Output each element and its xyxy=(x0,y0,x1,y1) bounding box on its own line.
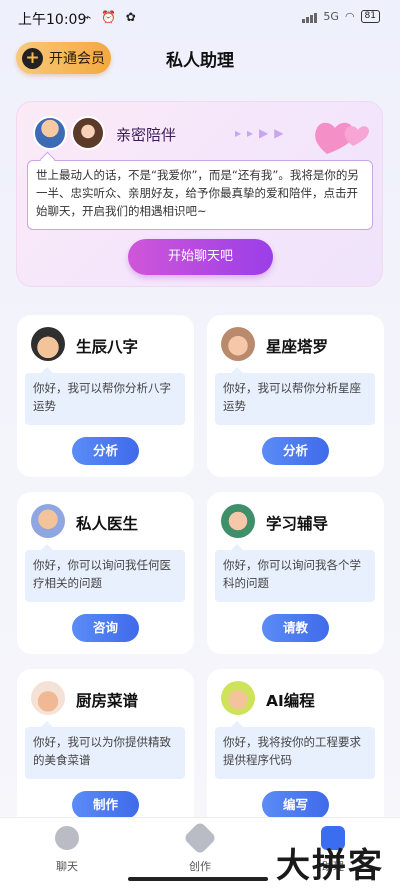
intimate-title: 亲密陪伴 xyxy=(116,126,177,144)
card-desc: 你好，我将按你的工程要求提供程序代码 xyxy=(215,721,375,779)
start-chat-button[interactable]: 开始聊天吧 xyxy=(128,239,273,275)
card-desc: 你好，我可以帮你分析星座运势 xyxy=(215,367,375,425)
wifi-icon: ◠ xyxy=(344,10,355,23)
hearts-icon xyxy=(315,122,369,154)
card-doctor[interactable]: 私人医生 你好，你可以询问我任何医疗相关的问题 咨询 xyxy=(17,492,194,654)
card-desc: 你好，我可以帮你分析八字运势 xyxy=(25,367,185,425)
chef-avatar xyxy=(31,681,65,715)
card-title: 星座塔罗 xyxy=(266,338,329,356)
woman-avatar xyxy=(221,327,255,361)
card-title: 私人医生 xyxy=(76,515,139,533)
card-tarot[interactable]: 星座塔罗 你好，我可以帮你分析星座运势 分析 xyxy=(207,315,384,477)
card-bazi[interactable]: 生辰八字 你好，我可以帮你分析八字运势 分析 xyxy=(17,315,194,477)
arrows-icon: ▸▸▶▶ xyxy=(235,126,290,140)
nav-chat[interactable]: 聊天 xyxy=(32,826,102,874)
man-sunglasses-avatar xyxy=(31,327,65,361)
status-bar: 上午10:09 ⌁ ⏰ ✿ 5G ◠ 81 xyxy=(0,0,400,36)
doctor-avatar xyxy=(31,504,65,538)
card-title: 学习辅导 xyxy=(266,515,329,533)
card-desc: 你好，你可以询问我任何医疗相关的问题 xyxy=(25,544,185,602)
card-desc: 你好，你可以询问我各个学科的问题 xyxy=(215,544,375,602)
card-title: 厨房菜谱 xyxy=(76,692,139,710)
status-icons: ⌁ ⏰ ✿ xyxy=(84,10,139,24)
write-button[interactable]: 编写 xyxy=(262,791,329,819)
home-indicator[interactable] xyxy=(128,877,268,881)
nav-label: 聊天 xyxy=(56,860,78,873)
signal-icon xyxy=(302,11,318,23)
analyze-button[interactable]: 分析 xyxy=(72,437,139,465)
watermark: 大拼客 xyxy=(276,846,384,886)
girl-avatar xyxy=(71,116,105,150)
battery-icon: 81 xyxy=(360,10,380,23)
ask-button[interactable]: 请教 xyxy=(262,614,329,642)
intimate-card: 亲密陪伴 ▸▸▶▶ 世上最动人的话，不是“我爱你”，而是“还有我”。我将是你的另… xyxy=(16,101,383,287)
card-recipe[interactable]: 厨房菜谱 你好，我可以为你提供精致的美食菜谱 制作 xyxy=(17,669,194,831)
make-button[interactable]: 制作 xyxy=(72,791,139,819)
pen-icon xyxy=(183,821,217,855)
boy-avatar xyxy=(33,116,67,150)
student-avatar xyxy=(221,504,255,538)
page-title: 私人助理 xyxy=(166,51,234,71)
programmer-avatar xyxy=(221,681,255,715)
card-title: AI编程 xyxy=(266,692,315,710)
status-right: 5G ◠ 81 xyxy=(302,10,380,23)
card-study[interactable]: 学习辅导 你好，你可以询问我各个学科的问题 请教 xyxy=(207,492,384,654)
consult-button[interactable]: 咨询 xyxy=(72,614,139,642)
nav-create[interactable]: 创作 xyxy=(165,821,235,874)
card-title: 生辰八字 xyxy=(76,338,139,356)
status-time: 上午10:09 xyxy=(18,12,87,28)
chat-bubble-icon xyxy=(55,826,79,850)
analyze-button[interactable]: 分析 xyxy=(262,437,329,465)
nav-label: 创作 xyxy=(189,860,211,873)
card-desc: 你好，我可以为你提供精致的美食菜谱 xyxy=(25,721,185,779)
network-label: 5G xyxy=(323,10,339,23)
card-coding[interactable]: AI编程 你好，我将按你的工程要求提供程序代码 编写 xyxy=(207,669,384,831)
intimate-message: 世上最动人的话，不是“我爱你”，而是“还有我”。我将是你的另一半、忠实听众、亲朋… xyxy=(27,160,373,230)
